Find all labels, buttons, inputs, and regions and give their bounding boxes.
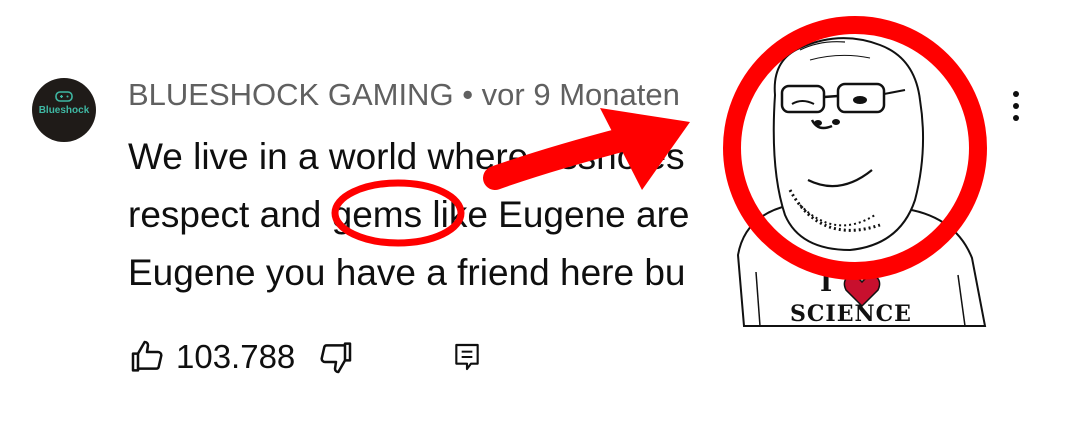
word-highlight-circle xyxy=(331,179,465,247)
annotation-overlay xyxy=(331,16,987,280)
face-highlight-circle xyxy=(723,16,987,280)
